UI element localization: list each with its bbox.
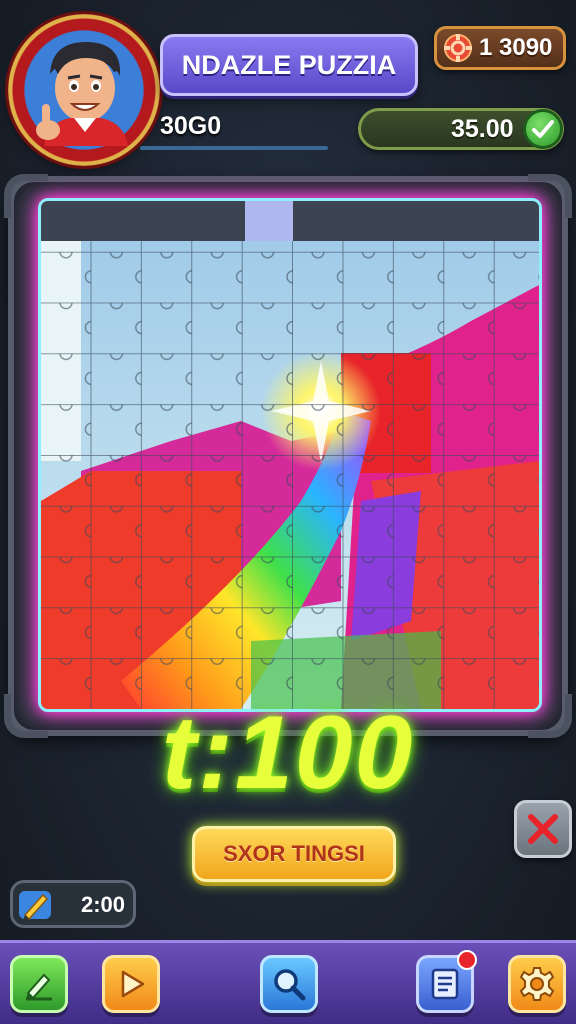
confirm-button[interactable]	[523, 109, 563, 149]
puzzle-image	[41, 201, 539, 709]
close-icon	[528, 814, 558, 844]
close-button[interactable]	[514, 800, 572, 858]
puzzle-board[interactable]	[38, 198, 542, 712]
search-icon	[274, 969, 306, 1001]
pencil-icon	[26, 973, 52, 1001]
document-icon	[431, 968, 459, 1000]
check-icon	[532, 120, 554, 138]
action-button-label: SXOR TINGSI	[223, 841, 365, 866]
progress-value: 35.00	[451, 115, 514, 143]
action-button[interactable]: SXOR TINGSI	[192, 826, 396, 882]
list-button[interactable]	[416, 950, 477, 1013]
bottom-toolbar	[0, 940, 576, 1024]
coin-counter[interactable]: 1 3090	[434, 26, 566, 70]
coin-icon	[444, 34, 472, 62]
avatar-portrait	[36, 42, 128, 146]
score-value: 30G0	[160, 112, 222, 140]
score-underline	[140, 146, 328, 150]
play-icon	[121, 970, 145, 998]
player-avatar[interactable]	[8, 14, 160, 166]
game-title-plate: NDAZLE PUZZIA	[160, 34, 418, 96]
coin-value: 1 3090	[479, 34, 553, 61]
big-timer: t:100	[161, 695, 415, 811]
gear-icon	[519, 967, 555, 1001]
time-value: 2:00	[81, 892, 126, 917]
edit-button[interactable]	[10, 955, 68, 1013]
time-remaining: 2:00	[10, 880, 136, 928]
settings-button[interactable]	[508, 955, 566, 1013]
game-title: NDAZLE PUZZIA	[181, 49, 397, 80]
pencil-icon	[19, 891, 51, 921]
progress-plate: 35.00	[358, 108, 564, 150]
search-button[interactable]	[260, 955, 318, 1013]
play-button[interactable]	[102, 955, 160, 1013]
notification-badge	[457, 950, 477, 970]
